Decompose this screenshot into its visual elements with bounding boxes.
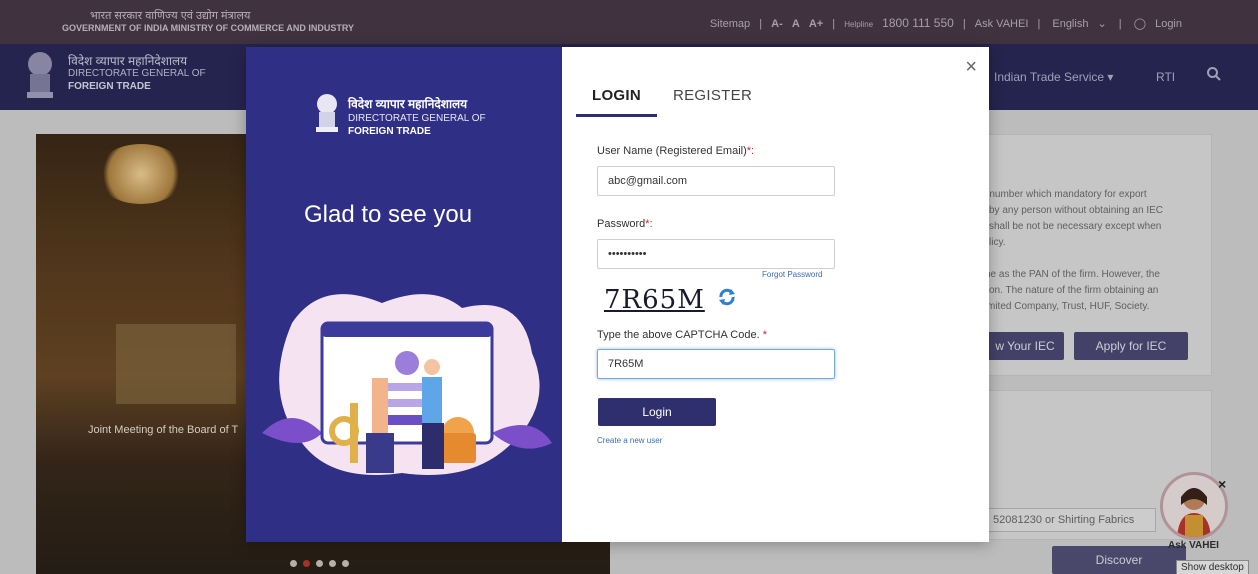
captcha-label: Type the above CAPTCHA Code. * (597, 329, 767, 341)
required-mark: * (762, 329, 767, 341)
close-icon[interactable]: × (965, 57, 977, 77)
create-new-user-link[interactable]: Create a new user (597, 436, 662, 445)
required-mark: *: (746, 145, 755, 157)
brand-english-subtitle: FOREIGN TRADE (348, 126, 431, 137)
login-illustration (262, 294, 552, 475)
captcha-image: 7R65M (604, 285, 705, 315)
captcha-label-text: Type the above CAPTCHA Code. (597, 329, 760, 341)
brand-english-title: DIRECTORATE GENERAL OF (348, 113, 486, 124)
captcha-input[interactable] (597, 349, 835, 379)
tab-register[interactable]: REGISTER (657, 85, 768, 117)
greeting-heading: Glad to see you (304, 201, 473, 228)
login-modal: विदेश व्यापार महानिदेशालय DIRECTORATE GE… (246, 47, 989, 542)
forgot-password-link[interactable]: Forgot Password (762, 270, 822, 279)
password-input[interactable] (597, 239, 835, 269)
modal-form-panel: × LOGIN REGISTER User Name (Registered E… (562, 47, 989, 542)
password-label: Password*: (597, 218, 653, 230)
username-label-text: User Name (Registered Email) (597, 145, 747, 157)
refresh-captcha-icon[interactable] (718, 288, 736, 306)
national-emblem-icon (316, 94, 338, 132)
password-label-text: Password (597, 218, 646, 230)
auth-tabs: LOGIN REGISTER (576, 85, 768, 117)
brand-hindi-title: विदेश व्यापार महानिदेशालय (348, 97, 468, 111)
tab-login[interactable]: LOGIN (576, 85, 657, 117)
login-button[interactable]: Login (598, 398, 716, 426)
modal-branding-panel: विदेश व्यापार महानिदेशालय DIRECTORATE GE… (246, 47, 562, 542)
username-label: User Name (Registered Email)*: (597, 145, 754, 157)
username-input[interactable] (597, 166, 835, 196)
required-mark: *: (645, 218, 653, 230)
